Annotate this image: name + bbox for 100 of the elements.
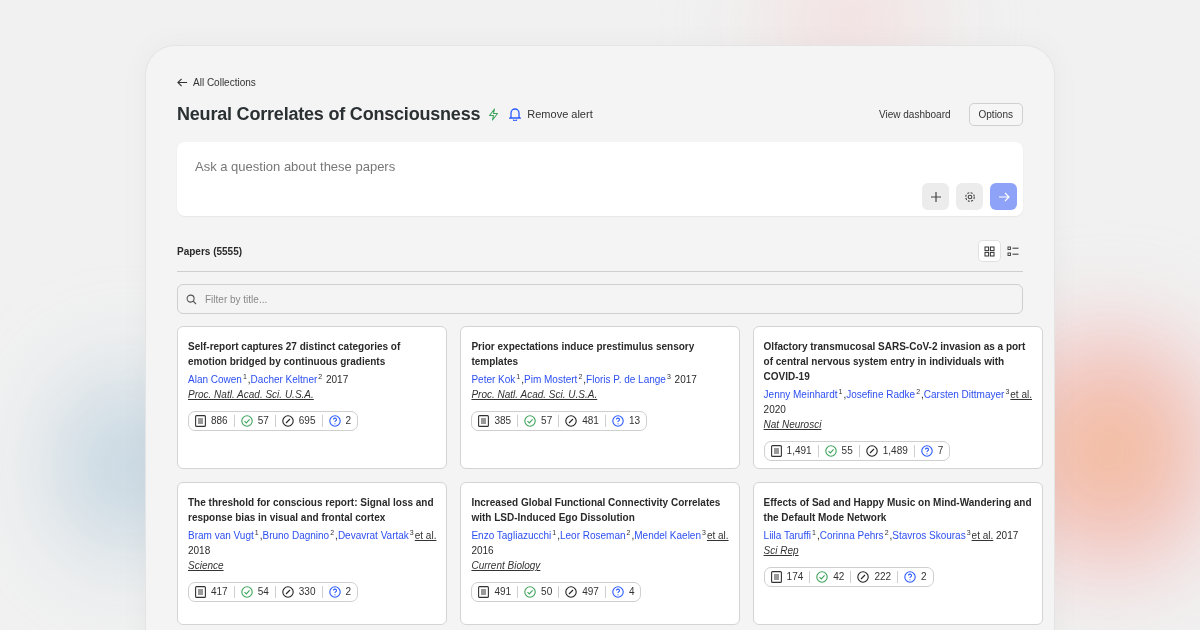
paper-card[interactable]: Effects of Sad and Happy Music on Mind-Wandering and the Default Mode Network Liila Taruffi$^{1}$,Corinna Pehrs$^{2}$,Stavros Skouras$^{3}$et al. 2017 Sci Rep 174 42 222 2 (752, 482, 1043, 625)
author-link[interactable]: Mendel Kaelen$^{3}$ (634, 530, 706, 542)
journal-link[interactable]: Nat Neurosci (763, 419, 822, 431)
contrasting-count: 330 (298, 586, 316, 599)
byline: Liila Taruffi$^{1}$,Corinna Pehrs$^{2}$,Stavros Skouras$^{3}$et al. 2017 (763, 528, 1020, 544)
contrasting-count: 481 (582, 415, 599, 428)
question-circle-icon (920, 445, 933, 458)
author-link[interactable]: Corinna Pehrs$^{2}$ (819, 530, 889, 542)
question-count: 2 (345, 415, 352, 428)
paper-title: The threshold for conscious report: Signal loss and response bias in visual and frontal cortex (188, 496, 435, 525)
slash-circle-icon (565, 586, 578, 599)
et-al-link[interactable]: et al. (1010, 389, 1032, 401)
supporting-count: 57 (257, 415, 269, 428)
author-link[interactable]: Floris P. de Lange$^{3}$ (586, 374, 671, 386)
journal-link[interactable]: Proc. Natl. Acad. Sci. U.S.A. (471, 389, 598, 401)
filter-field[interactable]: Filter by title... (177, 284, 1023, 314)
citation-count: 886 (211, 415, 228, 428)
author-link[interactable]: Josefine Radke$^{2}$ (846, 389, 921, 401)
author-link[interactable]: Stavros Skouras$^{3}$ (892, 530, 971, 542)
question-circle-icon (904, 571, 917, 584)
slash-circle-icon (281, 415, 294, 428)
check-circle-icon (524, 415, 537, 428)
document-icon (195, 586, 206, 599)
contrasting-count: 1,489 (882, 445, 908, 458)
slash-circle-icon (857, 571, 870, 584)
paper-card[interactable]: Self-report captures 27 distinct categories of emotion bridged by continuous gradients Alan Cowen$^{1}$,Dacher Keltner$^{2}$ 2017 Proc. Natl. Acad. Sci. U.S.A. 886 57 695 2 (177, 326, 448, 469)
citation-count: 174 (786, 571, 804, 584)
citation-count: 417 (211, 586, 228, 599)
byline: Jenny Meinhardt$^{1}$,Josefine Radke$^{2}$,Carsten Dittmayer$^{3}$et al. 2020 (763, 387, 1032, 418)
slash-circle-icon (565, 415, 578, 428)
remove-alert-button[interactable]: Remove alert (507, 107, 595, 121)
author-link[interactable]: Jenny Meinhardt$^{1}$ (763, 389, 843, 401)
et-al-link[interactable]: et al. (706, 530, 729, 542)
author-link[interactable]: Alan Cowen$^{1}$ (188, 374, 247, 386)
options-button[interactable]: Options (968, 102, 1023, 126)
journal-link[interactable]: Science (188, 560, 224, 572)
byline: Peter Kok$^{1}$,Pim Mostert$^{2}$,Floris P. de Lange$^{3}$ 2017 (471, 372, 698, 388)
journal-link[interactable]: Current Biology (471, 560, 541, 572)
bell-icon (509, 107, 522, 121)
lightning-icon (488, 107, 500, 121)
back-link[interactable]: All Collections (177, 77, 256, 88)
settings-button[interactable] (956, 183, 983, 210)
search-icon (186, 294, 197, 305)
contrasting-count: 222 (874, 571, 892, 584)
paper-title: Self-report captures 27 distinct categories of emotion bridged by continuous gradients (188, 340, 402, 369)
grid-view-button[interactable] (979, 241, 1000, 261)
citation-count: 385 (494, 415, 512, 428)
document-icon (478, 415, 490, 428)
author-link[interactable]: Enzo Tagliazucchi$^{1}$ (471, 530, 557, 542)
list-icon (1006, 245, 1019, 257)
paper-card[interactable] (752, 326, 1043, 469)
document-icon (770, 571, 782, 584)
question-field[interactable]: Ask a question about these papers (195, 159, 1005, 174)
check-circle-icon (240, 586, 253, 599)
collection-title: Neural Correlates of Consciousness (177, 103, 481, 125)
citation-count: 1,491 (786, 445, 812, 458)
arrow-left-icon (177, 77, 188, 88)
contrasting-count: 497 (582, 586, 599, 599)
author-link[interactable]: Pim Mostert$^{2}$ (524, 374, 583, 386)
paper-card[interactable]: Increased Global Functional Connectivity Correlates with LSD-Induced Ego Dissolution Enzo Tagliazucchi$^{1}$,Leor Roseman$^{2}$,Mendel Kaelen$^{3}$et al. 2016 Current Biology 491 50 497 4 (460, 482, 740, 625)
papers-heading: Papers (5555) (177, 245, 243, 257)
supporting-count: 54 (257, 586, 269, 599)
slash-circle-icon (281, 586, 294, 599)
author-link[interactable]: Bram van Vugt$^{1}$ (188, 530, 259, 542)
paper-title: Olfactory transmucosal SARS-CoV-2 invasion as a port of central nervous system entry in individuals with COVID-19 (763, 340, 1027, 384)
journal-link[interactable]: Proc. Natl. Acad. Sci. U.S.A. (188, 389, 314, 401)
paper-title: Effects of Sad and Happy Music on Mind-Wandering and the Default Mode Network (763, 496, 1032, 525)
author-link[interactable]: Liila Taruffi$^{1}$ (763, 530, 816, 542)
supporting-count: 42 (833, 571, 845, 584)
question-count: 2 (921, 571, 927, 584)
check-circle-icon (824, 445, 837, 458)
supporting-count: 55 (841, 445, 853, 458)
check-circle-icon (524, 586, 537, 599)
author-link[interactable]: Carsten Dittmayer$^{3}$ (923, 389, 1010, 401)
question-circle-icon (328, 586, 341, 599)
paper-card[interactable]: The threshold for conscious report: Signal loss and response bias in visual and frontal cortex Bram van Vugt$^{1}$,Bruno Dagnino$^{2}$,Devavrat Vartak$^{3}$et al. 2018 Science 417 54 330 2 (177, 482, 448, 625)
question-count: 13 (628, 415, 641, 428)
paper-card[interactable]: Prior expectations induce prestimulus sensory templates Peter Kok$^{1}$,Pim Mostert$^{2}$,Floris P. de Lange$^{3}$ 2017 Proc. Natl. Acad. Sci. U.S.A. 385 57 481 13 (460, 326, 740, 469)
journal-link[interactable]: Sci Rep (763, 545, 799, 557)
document-icon (195, 415, 206, 428)
et-al-link[interactable]: et al. (971, 530, 994, 542)
add-button[interactable] (922, 183, 949, 210)
arrow-right-icon (997, 190, 1010, 203)
question-count: 4 (628, 586, 635, 599)
byline: Bram van Vugt$^{1}$,Bruno Dagnino$^{2}$,Devavrat Vartak$^{3}$et al. 2018 (188, 528, 437, 559)
view-dashboard-link[interactable]: View dashboard (873, 107, 957, 121)
question-count: 2 (345, 586, 352, 599)
byline: Alan Cowen$^{1}$,Dacher Keltner$^{2}$ 2017 (188, 372, 350, 388)
slash-circle-icon (865, 445, 878, 458)
document-icon (478, 586, 490, 599)
document-icon (770, 445, 782, 458)
paper-title: Increased Global Functional Connectivity Correlates with LSD-Induced Ego Dissolution (471, 496, 722, 525)
supporting-count: 50 (541, 586, 553, 599)
supporting-count: 57 (541, 415, 553, 428)
question-circle-icon (328, 415, 341, 428)
author-link[interactable]: Leor Roseman$^{2}$ (560, 530, 631, 542)
author-link[interactable]: Peter Kok$^{1}$ (471, 374, 521, 386)
plus-icon (929, 190, 942, 203)
et-al-link[interactable]: et al. (414, 530, 437, 542)
author-link[interactable]: Bruno Dagnino$^{2}$ (262, 530, 335, 542)
